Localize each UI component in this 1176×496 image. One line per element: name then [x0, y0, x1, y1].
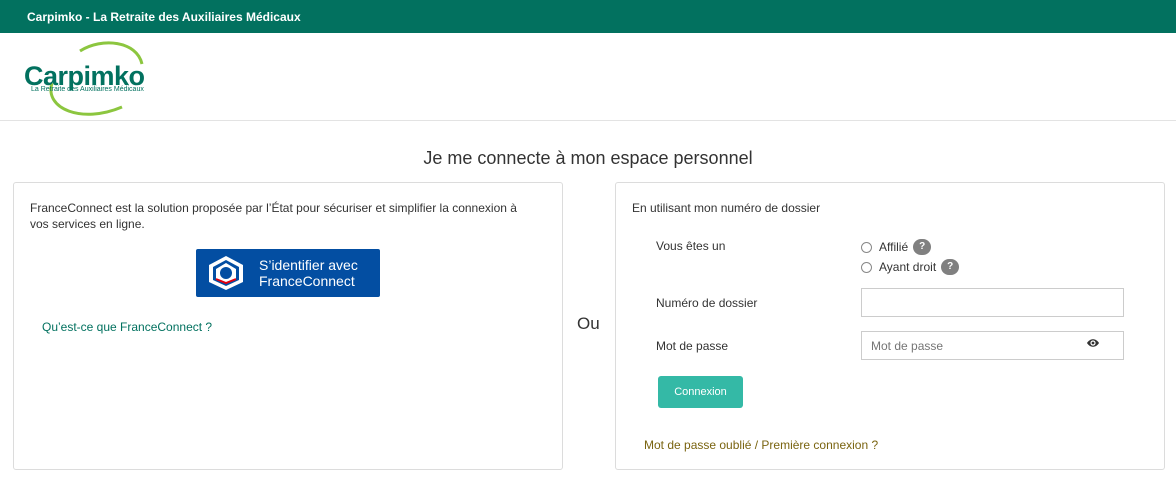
- dossier-label: Numéro de dossier: [656, 296, 758, 310]
- franceconnect-label-line1: S’identifier avec: [259, 257, 358, 273]
- carpimko-logo[interactable]: Carpimko La Retraite des Auxiliaires Méd…: [22, 39, 172, 117]
- page-title: Je me connecte à mon espace personnel: [423, 148, 753, 168]
- show-password-eye-icon[interactable]: [1086, 337, 1100, 349]
- login-heading: En utilisant mon numéro de dossier: [632, 201, 821, 215]
- password-label: Mot de passe: [656, 339, 729, 353]
- radio-ayant-droit-input[interactable]: [861, 261, 872, 273]
- top-banner: Carpimko - La Retraite des Auxiliaires M…: [0, 0, 1176, 33]
- franceconnect-label-line2: FranceConnect: [259, 273, 355, 289]
- login-panel: En utilisant mon numéro de dossier Vous …: [615, 182, 1165, 470]
- radio-affilie-input[interactable]: [861, 241, 872, 253]
- franceconnect-logo-icon: [209, 256, 243, 290]
- password-input[interactable]: [861, 331, 1124, 360]
- radio-ayant-droit[interactable]: Ayant droit ?: [861, 259, 960, 275]
- dossier-input[interactable]: [861, 288, 1124, 317]
- site-title: Carpimko - La Retraite des Auxiliaires M…: [27, 10, 301, 24]
- help-ayant-droit-icon[interactable]: ?: [941, 259, 960, 275]
- role-label: Vous êtes un: [656, 239, 726, 253]
- franceconnect-button-label: S’identifier avec FranceConnect: [259, 257, 358, 289]
- login-button[interactable]: Connexion: [658, 376, 743, 408]
- franceconnect-panel: FranceConnect est la solution proposée p…: [13, 182, 563, 470]
- franceconnect-description: FranceConnect est la solution proposée p…: [30, 201, 517, 231]
- help-affilie-icon[interactable]: ?: [913, 239, 932, 255]
- franceconnect-button[interactable]: S’identifier avec FranceConnect: [196, 249, 380, 297]
- forgot-password-link[interactable]: Mot de passe oublié / Première connexion…: [644, 438, 878, 452]
- header: Carpimko La Retraite des Auxiliaires Méd…: [0, 33, 1176, 121]
- what-is-franceconnect-link[interactable]: Qu’est-ce que FranceConnect ?: [42, 320, 212, 334]
- radio-affilie-label: Affilié: [879, 240, 909, 254]
- logo-tagline: La Retraite des Auxiliaires Médicaux: [31, 86, 144, 93]
- radio-ayant-droit-label: Ayant droit: [879, 260, 937, 274]
- or-separator: Ou: [577, 314, 600, 333]
- radio-affilie[interactable]: Affilié ?: [861, 239, 932, 255]
